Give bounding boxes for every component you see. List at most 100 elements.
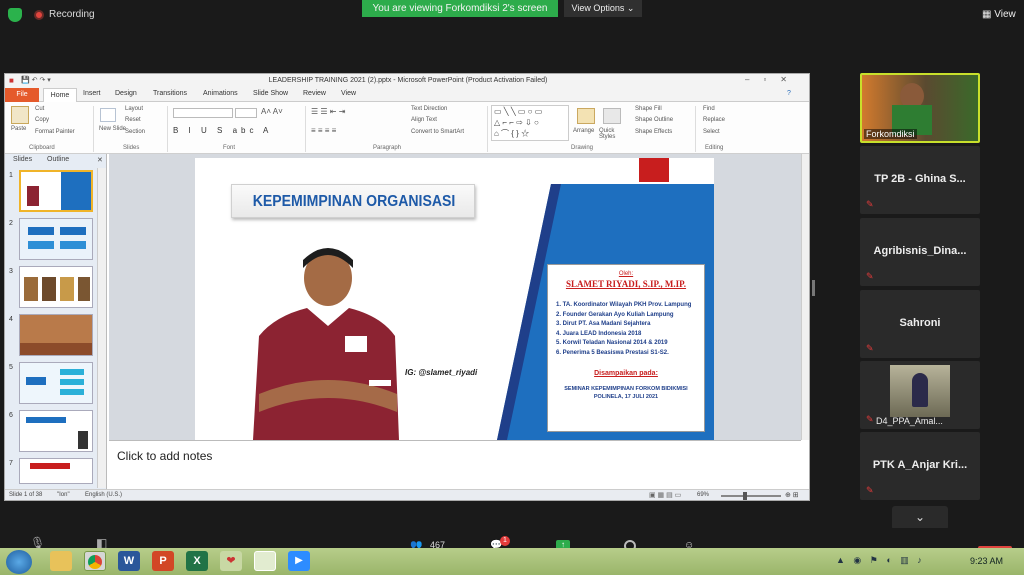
text-direction-button[interactable]: Text Direction xyxy=(411,106,447,112)
tab-design[interactable]: Design xyxy=(115,90,137,97)
view-buttons[interactable]: ▣ ▦ ▤ ▭ xyxy=(649,491,681,499)
help-icon[interactable]: ? xyxy=(787,90,791,97)
app-red-icon[interactable]: ❤ xyxy=(220,551,242,571)
participant-name: Forkomdiksi xyxy=(864,129,917,139)
view-options-button[interactable]: View Options ⌄ xyxy=(564,0,642,17)
group-paragraph: Paragraph xyxy=(373,145,402,151)
view-button[interactable]: ▦ View xyxy=(982,9,1016,20)
excel-icon[interactable]: X xyxy=(186,551,208,571)
divider xyxy=(487,106,488,152)
find-button[interactable]: Find xyxy=(703,106,715,112)
align-buttons[interactable]: ≡ ≡ ≡ ≡ xyxy=(311,126,336,135)
participant-tile[interactable]: Agribisnis_Dina... ✎ xyxy=(860,218,980,286)
tab-outline[interactable]: Outline xyxy=(47,156,69,163)
credentials-list: 1. TA. Koordinator Wilayah PKH Prov. Lam… xyxy=(556,301,704,358)
word-icon[interactable]: W xyxy=(118,551,140,571)
chrome-icon[interactable] xyxy=(84,551,106,571)
new-slide-button[interactable]: New Slide xyxy=(99,126,126,132)
zoom-level[interactable]: 69% xyxy=(697,492,709,498)
font-style-buttons[interactable]: B I U S abc xyxy=(173,126,257,135)
window-controls[interactable]: –▫✕ xyxy=(745,75,801,84)
shape-effects-button[interactable]: Shape Effects xyxy=(635,129,672,135)
shape-fill-button[interactable]: Shape Fill xyxy=(635,106,662,112)
slide-thumbnail-1[interactable] xyxy=(19,170,93,212)
group-font: Font xyxy=(223,145,236,151)
notes-placeholder: Click to add notes xyxy=(117,449,213,463)
section-button[interactable]: Section xyxy=(125,129,145,135)
viewing-screen-banner: You are viewing Forkomdiksi 2's screen xyxy=(362,0,558,17)
slide-thumbnail-2[interactable] xyxy=(19,218,93,260)
quick-styles-button[interactable]: Quick Styles xyxy=(599,128,627,140)
convert-smartart-button[interactable]: Convert to SmartArt xyxy=(411,129,464,135)
system-tray-icons[interactable]: ▲ ◉ ⚑ ◐ ▥ ♪ xyxy=(836,555,925,566)
font-size-dropdown[interactable] xyxy=(235,108,257,118)
language-indicator[interactable]: English (U.S.) xyxy=(85,492,122,498)
security-shield-icon[interactable] xyxy=(8,8,22,22)
layout-button[interactable]: Layout xyxy=(125,106,143,112)
arrange-icon xyxy=(577,108,595,124)
list-buttons[interactable]: ☰ ☰ ⇤ ⇥ xyxy=(311,107,345,116)
replace-button[interactable]: Replace xyxy=(703,117,725,123)
participant-tile[interactable]: PTK A_Anjar Kri... ✎ xyxy=(860,432,980,500)
slide-title: KEPEMIMPINAN ORGANISASI xyxy=(252,193,456,210)
shape-outline-button[interactable]: Shape Outline xyxy=(635,117,673,123)
fit-slide-icon[interactable]: ⊕ ⊞ xyxy=(785,491,799,499)
ppt-title-bar: LEADERSHIP TRAINING 2021 (2).pptx - Micr… xyxy=(5,74,809,88)
tab-transitions[interactable]: Transitions xyxy=(153,90,187,97)
slide-scrollbar[interactable] xyxy=(801,154,809,440)
slide-thumbnail-5[interactable] xyxy=(19,362,93,404)
scroll-down-button[interactable]: ⌄ xyxy=(892,506,948,530)
tab-insert[interactable]: Insert xyxy=(83,90,101,97)
participant-tile[interactable]: TP 2B - Ghina S... ✎ xyxy=(860,146,980,214)
powerpoint-icon[interactable]: P xyxy=(152,551,174,571)
paste-button[interactable]: Paste xyxy=(11,126,26,132)
tab-animations[interactable]: Animations xyxy=(203,90,238,97)
slide-number: 5 xyxy=(9,364,13,371)
slide-counter: Slide 1 of 38 xyxy=(9,492,43,498)
thumb-block xyxy=(26,417,66,423)
arrange-button[interactable]: Arrange xyxy=(573,128,594,134)
disampaikan-label: Disampaikan pada: xyxy=(594,370,658,377)
explorer-icon[interactable] xyxy=(50,551,72,571)
slide-thumbnail-7[interactable] xyxy=(19,458,93,484)
quick-access-toolbar[interactable]: 💾 ↶ ↷ ▾ xyxy=(21,76,51,84)
zoom-app-icon[interactable]: ▶ xyxy=(288,551,310,571)
font-color-button[interactable]: A xyxy=(263,126,268,135)
tab-view[interactable]: View xyxy=(341,90,356,97)
oleh-label: Oleh: xyxy=(618,271,634,277)
notes-pane[interactable]: Click to add notes xyxy=(109,440,801,490)
copy-button[interactable]: Copy xyxy=(35,117,49,123)
slide-thumbnail-3[interactable] xyxy=(19,266,93,308)
recording-label: Recording xyxy=(49,9,95,20)
format-painter-button[interactable]: Format Painter xyxy=(35,129,75,135)
tab-slides[interactable]: Slides xyxy=(13,156,32,163)
slide-thumbnail-6[interactable] xyxy=(19,410,93,452)
thumb-photo xyxy=(24,277,38,301)
reset-button[interactable]: Reset xyxy=(125,117,141,123)
select-button[interactable]: Select xyxy=(703,129,720,135)
resize-handle[interactable] xyxy=(812,280,815,296)
font-family-dropdown[interactable] xyxy=(173,108,233,118)
start-orb-icon[interactable] xyxy=(6,550,32,574)
zoom-slider-thumb[interactable] xyxy=(743,492,747,500)
tab-review[interactable]: Review xyxy=(303,90,326,97)
align-text-button[interactable]: Align Text xyxy=(411,117,437,123)
thumb-figure xyxy=(78,431,88,449)
shapes-gallery[interactable]: ▭ ╲ ╲ ▭ ○ ▭ △ ⌐ ⌐ ⇨ ⇩ ○ ⌂ ⌒ { } ☆ xyxy=(491,105,569,141)
clock[interactable]: 9:23 AM xyxy=(970,556,1003,566)
participant-tile[interactable]: Sahroni ✎ xyxy=(860,290,980,358)
cut-button[interactable]: Cut xyxy=(35,106,44,112)
slide-thumbnail-4[interactable] xyxy=(19,314,93,356)
participant-tile[interactable]: D4_PPA_Amal... ✎ xyxy=(860,361,980,429)
tab-slide-show[interactable]: Slide Show xyxy=(253,90,288,97)
title-box: KEPEMIMPINAN ORGANISASI xyxy=(231,184,475,218)
divider xyxy=(305,106,306,152)
participant-tile-active[interactable]: Forkomdiksi xyxy=(860,73,980,143)
close-panel-icon[interactable]: ✕ xyxy=(97,156,103,164)
app-generic-icon[interactable] xyxy=(254,551,276,571)
font-grow-shrink[interactable]: A˄ A˅ xyxy=(261,107,283,116)
red-tab xyxy=(639,158,669,182)
panel-scrollbar[interactable] xyxy=(97,168,106,488)
zoom-slider[interactable] xyxy=(721,495,781,497)
thumb-block xyxy=(28,227,54,235)
